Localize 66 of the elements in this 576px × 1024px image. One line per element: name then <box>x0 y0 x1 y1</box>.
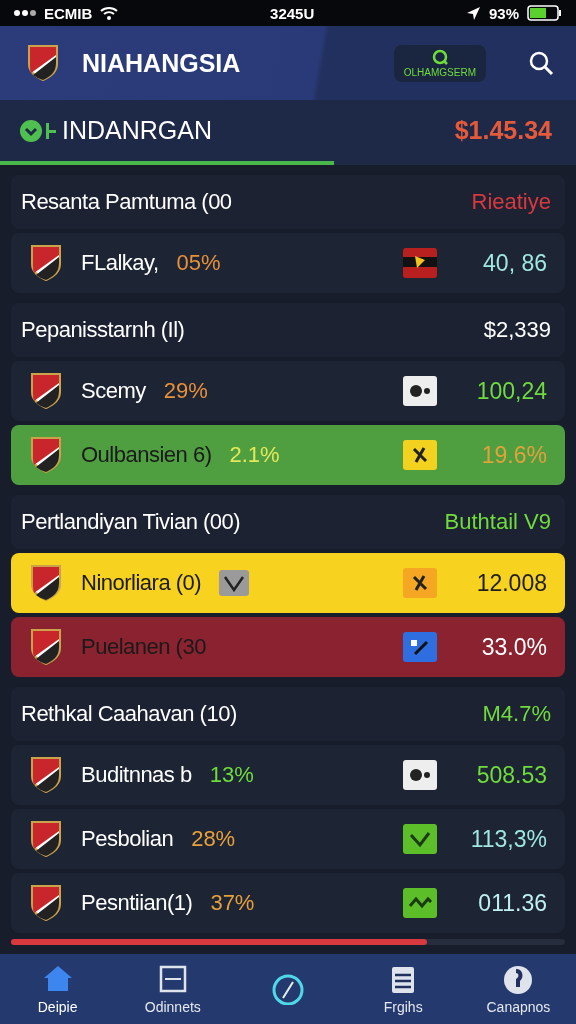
match-row[interactable]: Oulbansien 6) 2.1% 19.6% <box>11 425 565 485</box>
app-title: NIAHANGSIA <box>82 48 241 78</box>
section-title: Pepanisstarnh (Il) <box>21 317 185 343</box>
tab[interactable]: Frgihs <box>345 954 461 1024</box>
amount-value: 33.0% <box>480 633 547 661</box>
match-row[interactable]: Puelanen (30 33.0% <box>11 617 565 677</box>
match-row[interactable]: Buditnnas b 13% 508.53 <box>11 745 565 805</box>
amount-value: 100,24 <box>475 377 547 405</box>
section-title: Resanta Pamtuma (00 <box>21 189 232 215</box>
shield-icon <box>29 627 63 667</box>
checkbox[interactable] <box>219 570 250 596</box>
shield-icon <box>29 819 63 859</box>
shield-icon <box>29 371 63 411</box>
shield-icon <box>29 563 63 603</box>
match-row[interactable]: FLalkay, 05% 40, 86 <box>11 233 565 293</box>
team-name: Scemy <box>81 378 146 404</box>
shield-icon <box>26 43 60 83</box>
section-title: Rethkal Caahavan (10) <box>21 701 237 727</box>
shield-icon <box>29 883 63 923</box>
stats-button[interactable]: OLHAMGSERM <box>393 44 486 82</box>
balance-amount: $1.45.34 <box>454 116 552 145</box>
section-title: Pertlandiyan Tivian (00) <box>21 509 241 535</box>
match-row[interactable]: Scemy 29% 100,24 <box>11 361 565 421</box>
shield-icon <box>29 755 63 795</box>
amount-value: 011.36 <box>477 889 547 917</box>
amount-value: 113,3% <box>469 825 547 853</box>
balance-label: INDANRGAN <box>62 116 212 145</box>
team-name: Oulbansien 6) <box>81 442 212 468</box>
percent-change: 28% <box>191 826 236 852</box>
signal-icon <box>14 8 36 18</box>
team-name: Puelanen (30 <box>81 634 206 660</box>
section-value: Buthtail V9 <box>444 509 551 535</box>
tab[interactable]: Deipie <box>0 954 116 1024</box>
team-name: FLalkay, <box>81 250 159 276</box>
amount-value: 19.6% <box>480 441 547 469</box>
team-name: Pesntiian(1) <box>81 890 193 916</box>
team-name: Buditnnas b <box>81 762 192 788</box>
amount-value: 508.53 <box>475 761 547 789</box>
percent-change: 05% <box>176 250 221 276</box>
match-row[interactable]: Pesntiian(1) 37% 011.36 <box>11 873 565 933</box>
location-icon <box>466 5 481 21</box>
check-icon <box>223 574 246 592</box>
match-row[interactable]: Ninorliara (0) 12.008 <box>11 553 565 613</box>
carrier-name: ECMIB <box>44 4 93 22</box>
wifi-icon <box>100 5 119 21</box>
team-name: Pesbolian <box>81 826 174 852</box>
section-value: $2,339 <box>483 317 551 343</box>
shield-icon <box>29 243 63 283</box>
search-icon[interactable] <box>528 50 554 76</box>
shield-icon <box>29 435 63 475</box>
percent-change: 2.1% <box>229 442 280 468</box>
tab[interactable]: Canapnos <box>460 954 576 1024</box>
battery-percent: 93% <box>489 4 519 22</box>
percent-change: 37% <box>210 890 255 916</box>
percent-change: 29% <box>163 378 208 404</box>
section-value: Rieatiye <box>471 189 551 215</box>
section-value: M4.7% <box>482 701 551 727</box>
match-row[interactable]: Pesbolian 28% 113,3% <box>11 809 565 869</box>
clock-time: 3245U <box>270 4 315 22</box>
team-name: Ninorliara (0) <box>81 570 202 596</box>
battery-icon <box>527 5 562 21</box>
amount-value: 40, 86 <box>482 249 547 277</box>
compass-icon <box>271 973 305 1005</box>
percent-change: 13% <box>209 762 254 788</box>
tab[interactable]: Odinnets <box>115 954 231 1024</box>
amount-value: 12.008 <box>475 569 547 597</box>
